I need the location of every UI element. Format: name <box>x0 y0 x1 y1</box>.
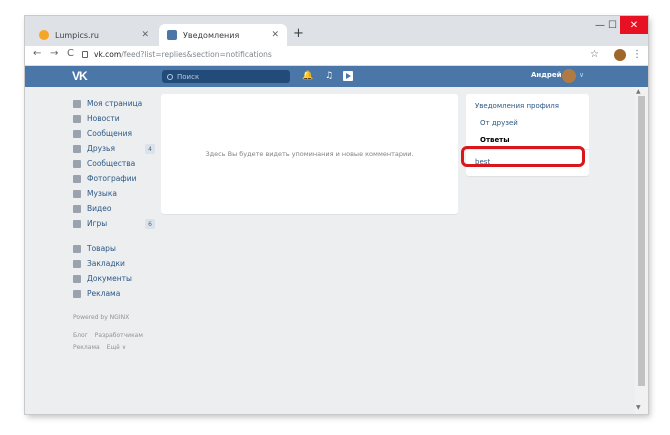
search-icon <box>167 73 173 80</box>
vk-search-input[interactable]: Поиск <box>162 70 290 83</box>
footer-link-more[interactable]: Ещё ∨ <box>107 344 126 351</box>
menu-item-video[interactable]: Видео <box>73 201 158 216</box>
footer-links-row: Реклама Ещё ∨ <box>73 341 158 353</box>
messages-icon <box>73 129 81 138</box>
filter-header-link[interactable]: Уведомления профиля <box>475 102 559 110</box>
footer-link-ads[interactable]: Реклама <box>73 344 100 351</box>
browser-toolbar: ← → C vk.com/feed?list=replies&section=n… <box>25 46 648 66</box>
document-icon <box>73 274 81 283</box>
menu-label: Фотографии <box>87 174 137 183</box>
menu-item-games[interactable]: Игры 6 <box>73 216 158 231</box>
lock-icon <box>82 51 88 58</box>
replies-highlight-frame <box>461 146 585 167</box>
home-icon <box>73 99 81 108</box>
menu-item-ads[interactable]: Реклама <box>73 286 158 301</box>
footer-link-blog[interactable]: Блог <box>73 332 88 339</box>
bookmark-star-icon[interactable]: ☆ <box>590 49 599 60</box>
profile-avatar-icon[interactable] <box>614 49 626 61</box>
left-menu: Моя страница Новости Сообщения Друзья 4 С… <box>73 96 158 353</box>
menu-item-friends[interactable]: Друзья 4 <box>73 141 158 156</box>
menu-label: Сообщества <box>87 159 136 168</box>
menu-label: Музыка <box>87 189 117 198</box>
menu-label: Товары <box>87 244 116 253</box>
footer-links-row: Блог Разработчикам <box>73 329 158 341</box>
groups-icon <box>73 159 81 168</box>
star-icon <box>73 259 81 268</box>
vk-user-name[interactable]: Андрей <box>531 71 562 79</box>
bell-icon[interactable]: 🔔 <box>302 71 313 81</box>
lumpics-favicon-icon <box>39 30 49 40</box>
games-count-badge: 6 <box>145 219 155 229</box>
browser-window: Lumpics.ru ✕ Уведомления ✕ + — ☐ ✕ ← → C… <box>25 16 648 414</box>
menu-label: Реклама <box>87 289 121 298</box>
menu-item-groups[interactable]: Сообщества <box>73 156 158 171</box>
menu-item-goods[interactable]: Товары <box>73 241 158 256</box>
bag-icon <box>73 244 81 253</box>
menu-separator <box>73 301 158 311</box>
powered-by-text: Powered by NGINX <box>73 311 158 323</box>
tab-close-icon[interactable]: ✕ <box>141 30 149 40</box>
menu-item-bookmarks[interactable]: Закладки <box>73 256 158 271</box>
vk-header: VK Поиск 🔔 ♫ Андрей ∨ <box>25 66 648 87</box>
menu-item-photos[interactable]: Фотографии <box>73 171 158 186</box>
tab-strip: Lumpics.ru ✕ Уведомления ✕ + — ☐ ✕ <box>25 16 648 46</box>
tab-close-icon[interactable]: ✕ <box>271 30 279 40</box>
powered-label: Powered by NGINX <box>73 313 130 321</box>
menu-item-news[interactable]: Новости <box>73 111 158 126</box>
tab-notifications[interactable]: Уведомления ✕ <box>159 24 287 46</box>
menu-label: Новости <box>87 114 120 123</box>
music-icon <box>73 189 81 198</box>
menu-label: Друзья <box>87 144 115 153</box>
empty-state-text: Здесь Вы будете видеть упоминания и новы… <box>205 150 414 158</box>
filter-replies[interactable]: Ответы <box>480 136 510 144</box>
video-icon <box>73 204 81 213</box>
tab-lumpics[interactable]: Lumpics.ru ✕ <box>31 24 157 46</box>
maximize-button[interactable]: ☐ <box>608 20 617 31</box>
vk-user-avatar[interactable] <box>562 69 576 83</box>
url-path: /feed?list=replies&section=notifications <box>121 50 272 59</box>
games-icon <box>73 219 81 228</box>
menu-label: Сообщения <box>87 129 133 138</box>
menu-separator <box>73 231 158 241</box>
menu-item-music[interactable]: Музыка <box>73 186 158 201</box>
forward-button[interactable]: → <box>50 48 58 59</box>
filter-from-friends[interactable]: От друзей <box>480 119 518 127</box>
address-bar[interactable]: vk.com/feed?list=replies&section=notific… <box>82 50 272 59</box>
tab-label: Уведомления <box>183 30 240 40</box>
menu-label: Моя страница <box>87 99 143 108</box>
back-button[interactable]: ← <box>33 48 41 59</box>
menu-label: Игры <box>87 219 108 228</box>
menu-label: Видео <box>87 204 112 213</box>
url-host: vk.com <box>94 50 122 59</box>
vk-logo[interactable]: VK <box>72 69 88 83</box>
search-placeholder: Поиск <box>177 72 200 81</box>
friends-count-badge: 4 <box>145 144 155 154</box>
scrollbar-thumb[interactable] <box>638 96 645 386</box>
scroll-up-icon[interactable]: ▲ <box>636 88 641 95</box>
chevron-down-icon[interactable]: ∨ <box>579 71 584 79</box>
window-close-button[interactable]: ✕ <box>620 16 648 34</box>
menu-label: Документы <box>87 274 132 283</box>
vk-favicon-icon <box>167 30 177 40</box>
friends-icon <box>73 144 81 153</box>
play-icon[interactable] <box>343 71 353 81</box>
menu-label: Закладки <box>87 259 125 268</box>
megaphone-icon <box>73 289 81 298</box>
footer-link-developers[interactable]: Разработчикам <box>95 332 143 339</box>
browser-menu-icon[interactable]: ⋮ <box>632 49 642 60</box>
music-note-icon[interactable]: ♫ <box>325 71 333 81</box>
menu-item-messages[interactable]: Сообщения <box>73 126 158 141</box>
news-icon <box>73 114 81 123</box>
menu-item-my-page[interactable]: Моя страница <box>73 96 158 111</box>
scroll-down-icon[interactable]: ▼ <box>636 404 641 411</box>
menu-item-documents[interactable]: Документы <box>73 271 158 286</box>
minimize-button[interactable]: — <box>595 20 605 31</box>
notifications-content: Здесь Вы будете видеть упоминания и новы… <box>161 94 458 214</box>
vk-page-body: Моя страница Новости Сообщения Друзья 4 С… <box>25 87 635 414</box>
tab-label: Lumpics.ru <box>55 30 99 40</box>
camera-icon <box>73 174 81 183</box>
new-tab-button[interactable]: + <box>293 26 304 42</box>
reload-button[interactable]: C <box>67 48 74 59</box>
screenshot-frame: Lumpics.ru ✕ Уведомления ✕ + — ☐ ✕ ← → C… <box>0 0 670 435</box>
